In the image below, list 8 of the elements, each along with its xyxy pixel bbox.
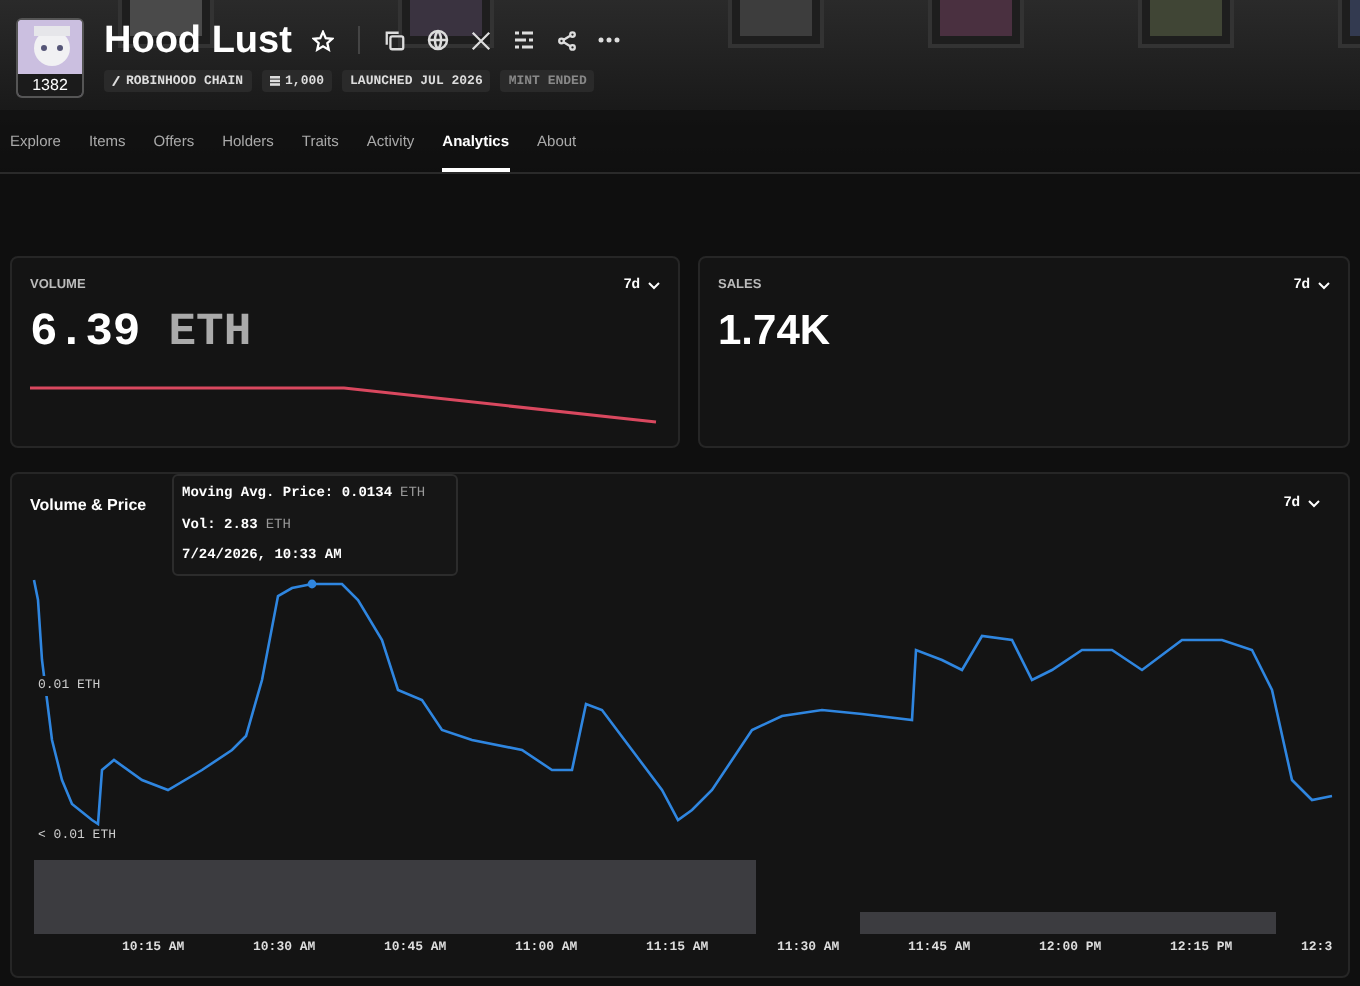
chart-title: Volume & Price (30, 494, 147, 518)
hover-point (307, 579, 317, 589)
stat-value: 6.39 (30, 309, 141, 355)
stat-unit: ETH (168, 309, 252, 355)
chevron-down-icon (1308, 500, 1320, 509)
chevron-down-icon (1318, 282, 1330, 291)
stat-value: 1.74K (718, 309, 831, 351)
chevron-down-icon (648, 282, 660, 291)
